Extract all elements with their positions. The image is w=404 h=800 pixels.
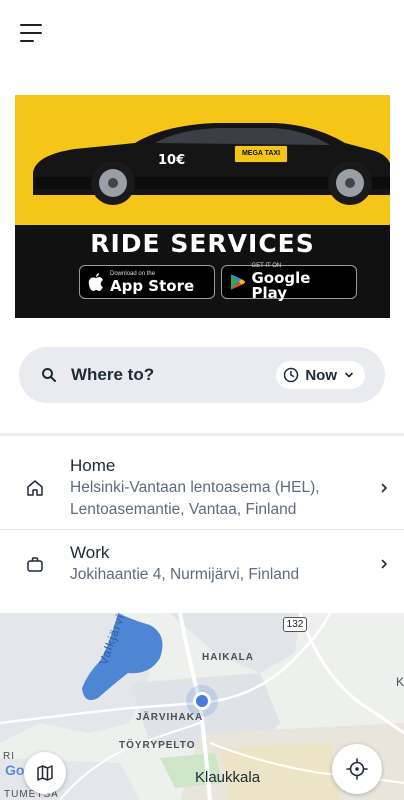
saved-place-home[interactable]: Home Helsinki-Vantaan lentoasema (HEL), … xyxy=(0,446,404,530)
briefcase-icon xyxy=(27,557,43,572)
map-area-label: HAIKALA xyxy=(202,652,254,663)
saved-place-address-line1: Helsinki-Vantaan lentoasema (HEL), xyxy=(70,478,320,496)
saved-place-address: Jokihaantie 4, Nurmijärvi, Finland xyxy=(70,566,300,583)
chevron-right-icon xyxy=(381,559,387,569)
section-divider xyxy=(0,433,404,436)
crosshair-icon xyxy=(346,758,368,780)
saved-place-address-line2: Lentoasemantie, Vantaa, Finland xyxy=(70,500,297,518)
saved-place-title: Home xyxy=(70,455,116,475)
map-town-label: Klaukkala xyxy=(195,769,261,786)
ride-services-banner[interactable]: 10€ MEGA TAXI RIDE SERVICES Download on … xyxy=(15,95,390,318)
saved-place-title: Work xyxy=(70,543,110,562)
google-play-badge[interactable]: GET IT ON Google Play xyxy=(221,263,357,302)
apple-logo-icon xyxy=(88,273,103,291)
current-location-marker xyxy=(193,692,211,710)
google-play-logo-icon xyxy=(230,274,246,290)
time-selector-label: Now xyxy=(305,366,337,384)
menu-line xyxy=(20,40,34,42)
search-placeholder: Where to? xyxy=(71,365,155,384)
menu-line xyxy=(20,32,42,34)
app-store-badge[interactable]: Download on the App Store xyxy=(79,265,215,299)
taxi-car-illustration xyxy=(33,123,390,205)
map-area-label: TÖYRYPELTO xyxy=(119,740,196,751)
chevron-right-icon xyxy=(381,483,387,492)
clock-icon xyxy=(284,367,299,383)
google-play-label: Google Play xyxy=(251,269,311,302)
saved-place-work[interactable]: Work Jokihaantie 4, Nurmijärvi, Finland xyxy=(0,531,404,597)
google-logo: Go xyxy=(5,762,25,778)
map-area-label: K xyxy=(396,675,404,689)
route-shield: 132 xyxy=(283,617,307,632)
home-icon xyxy=(27,479,43,496)
menu-button[interactable] xyxy=(16,20,50,46)
banner-price: 10€ xyxy=(158,153,186,168)
map-area-label: RI xyxy=(3,751,15,762)
map-view-toggle-button[interactable] xyxy=(24,752,66,794)
taxi-sign: MEGA TAXI xyxy=(234,145,288,163)
schedule-time-selector[interactable]: Now xyxy=(276,361,365,389)
where-to-search-bar[interactable]: Where to? Now xyxy=(19,347,385,403)
banner-title: RIDE SERVICES xyxy=(90,229,315,258)
recenter-location-button[interactable] xyxy=(332,744,382,794)
map-icon xyxy=(37,765,53,781)
app-store-label: App Store xyxy=(110,276,195,295)
menu-line xyxy=(20,24,42,26)
app-store-small-text: Download on the xyxy=(110,270,156,277)
map-area-label: JÄRVIHAKA xyxy=(136,712,204,723)
chevron-down-icon xyxy=(345,372,353,378)
search-icon xyxy=(42,368,56,382)
